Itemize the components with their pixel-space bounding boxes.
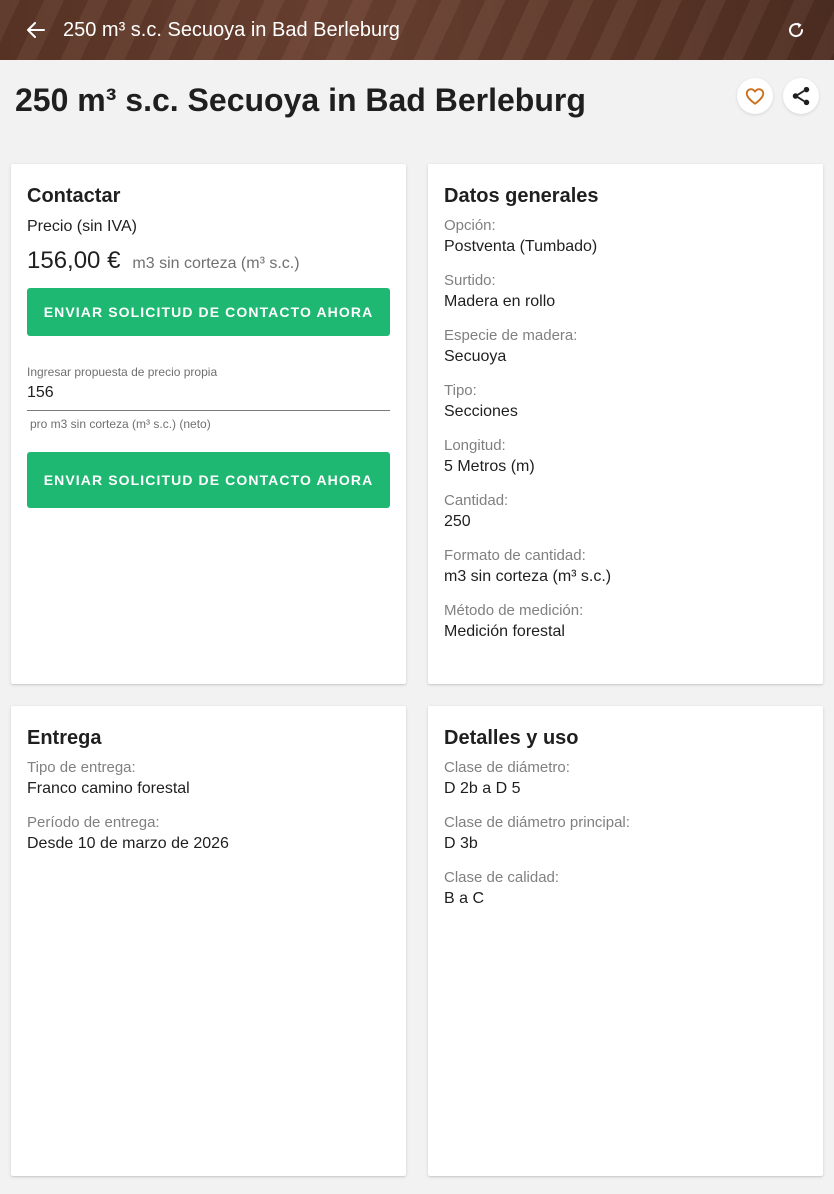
field-label: Cantidad:: [444, 492, 509, 509]
arrow-left-icon: [27, 22, 45, 38]
field-measurement-method: Método de medición: Medición forestal: [444, 601, 807, 643]
price-unit: m3 sin corteza (m³ s.c.): [132, 255, 300, 272]
field-label: Tipo de entrega:: [27, 759, 136, 776]
field-label: Clase de diámetro:: [444, 759, 570, 776]
field-label: Opción:: [444, 217, 496, 234]
field-diameter-class: Clase de diámetro: D 2b a D 5: [444, 758, 807, 800]
field-value: D 3b: [444, 835, 478, 852]
share-button[interactable]: [783, 78, 819, 114]
contact-card: Contactar Precio (sin IVA) 156,00 € m3 s…: [11, 164, 406, 684]
field-label: Especie de madera:: [444, 327, 578, 344]
price-proposal-hint: pro m3 sin corteza (m³ s.c.) (neto): [30, 417, 211, 431]
general-data-card: Datos generales Opción: Postventa (Tumba…: [428, 164, 823, 684]
field-value: 250: [444, 513, 471, 530]
field-delivery-period: Período de entrega: Desde 10 de marzo de…: [27, 813, 390, 855]
field-value: Medición forestal: [444, 623, 565, 640]
field-delivery-type: Tipo de entrega: Franco camino forestal: [27, 758, 390, 800]
field-label: Surtido:: [444, 272, 496, 289]
field-value: 5 Metros (m): [444, 458, 535, 475]
heart-outline-icon: [745, 88, 765, 105]
delivery-card: Entrega Tipo de entrega: Franco camino f…: [11, 706, 406, 1176]
field-label: Clase de diámetro principal:: [444, 814, 630, 831]
delivery-heading: Entrega: [27, 727, 102, 749]
field-value: m3 sin corteza (m³ s.c.): [444, 568, 612, 585]
field-value: Madera en rollo: [444, 293, 556, 310]
price-value: 156,00 €: [27, 247, 121, 274]
field-label: Tipo:: [444, 382, 477, 399]
details-card: Detalles y uso Clase de diámetro: D 2b a…: [428, 706, 823, 1176]
field-value: D 2b a D 5: [444, 780, 521, 797]
field-main-diameter-class: Clase de diámetro principal: D 3b: [444, 813, 807, 855]
refresh-icon: [789, 22, 804, 38]
contact-request-button[interactable]: ENVIAR SOLICITUD DE CONTACTO AHORA: [27, 288, 390, 336]
price-proposal-label: Ingresar propuesta de precio propia: [27, 365, 218, 379]
contact-heading: Contactar: [27, 185, 121, 207]
field-label: Método de medición:: [444, 602, 584, 619]
favorite-button[interactable]: [737, 78, 773, 114]
field-label: Período de entrega:: [27, 814, 160, 831]
field-label: Clase de calidad:: [444, 869, 560, 886]
back-button[interactable]: [24, 18, 48, 42]
field-value: Postventa (Tumbado): [444, 238, 598, 255]
field-assortment: Surtido: Madera en rollo: [444, 271, 807, 313]
app-bar-title: 250 m³ s.c. Secuoya in Bad Berleburg: [63, 19, 400, 41]
refresh-button[interactable]: [784, 18, 808, 42]
price-row: 156,00 € m3 sin corteza (m³ s.c.): [27, 246, 390, 276]
contact-request-proposal-button[interactable]: ENVIAR SOLICITUD DE CONTACTO AHORA: [27, 452, 390, 508]
field-value: Franco camino forestal: [27, 780, 190, 797]
page-title: 250 m³ s.c. Secuoya in Bad Berleburg: [15, 82, 586, 118]
field-quality-class: Clase de calidad: B a C: [444, 868, 807, 910]
field-value: Secuoya: [444, 348, 507, 365]
price-proposal-field: Ingresar propuesta de precio propia pro …: [27, 364, 390, 432]
details-heading: Detalles y uso: [444, 727, 579, 749]
field-length: Longitud: 5 Metros (m): [444, 436, 807, 478]
field-quantity-format: Formato de cantidad: m3 sin corteza (m³ …: [444, 546, 807, 588]
field-value: Desde 10 de marzo de 2026: [27, 835, 229, 852]
app-bar: 250 m³ s.c. Secuoya in Bad Berleburg: [0, 0, 834, 60]
field-quantity: Cantidad: 250: [444, 491, 807, 533]
field-wood-species: Especie de madera: Secuoya: [444, 326, 807, 368]
price-proposal-input[interactable]: [27, 380, 390, 411]
general-heading: Datos generales: [444, 185, 599, 207]
field-label: Formato de cantidad:: [444, 547, 586, 564]
price-label: Precio (sin IVA): [27, 218, 137, 235]
field-value: B a C: [444, 890, 485, 907]
field-type: Tipo: Secciones: [444, 381, 807, 423]
field-option: Opción: Postventa (Tumbado): [444, 216, 807, 258]
field-label: Longitud:: [444, 437, 506, 454]
share-icon: [792, 86, 810, 106]
field-value: Secciones: [444, 403, 518, 420]
